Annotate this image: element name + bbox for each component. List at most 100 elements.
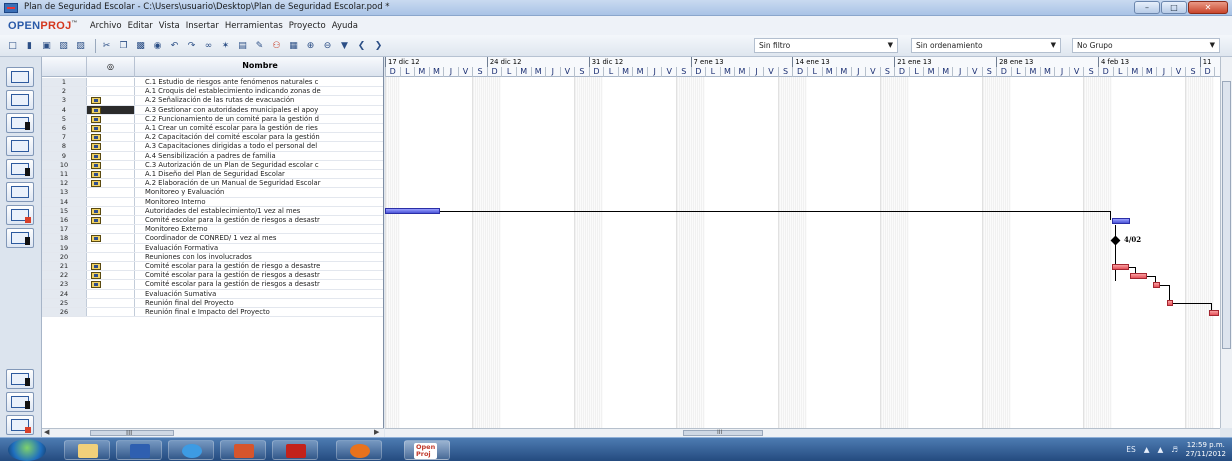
row-id[interactable]: 24 bbox=[42, 289, 87, 298]
table-row[interactable]: 24 Evaluación Sumativa bbox=[42, 289, 383, 299]
notes-icon[interactable]: ✎ bbox=[253, 39, 266, 52]
cut-icon[interactable]: ✂ bbox=[100, 39, 113, 52]
clock[interactable]: 12:59 p.m. 27/11/2012 bbox=[1186, 441, 1226, 459]
task-name-cell[interactable]: A.2 Señalización de las rutas de evacuac… bbox=[135, 96, 383, 104]
menu-archivo[interactable]: Archivo bbox=[90, 21, 122, 31]
task-name-cell[interactable]: A.4 Sensibilización a padres de familia bbox=[135, 152, 383, 160]
filter-icon[interactable]: ▼ bbox=[338, 39, 351, 52]
undo-icon[interactable]: ↶ bbox=[168, 39, 181, 52]
task-name-cell[interactable]: Comité escolar para la gestión de riesgo… bbox=[135, 216, 383, 224]
word-taskbar-button[interactable] bbox=[116, 440, 162, 460]
task-usage-view-button[interactable] bbox=[6, 205, 34, 225]
charts-button[interactable] bbox=[6, 392, 34, 412]
task-name-cell[interactable]: Evaluación Sumativa bbox=[135, 290, 383, 298]
tray-arrow-icon[interactable]: ▲ bbox=[1144, 445, 1150, 454]
scroll-right-icon[interactable]: ▶ bbox=[374, 428, 379, 436]
network-icon[interactable]: ▲ bbox=[1157, 445, 1163, 454]
scroll-left-icon[interactable]: ◀ bbox=[44, 428, 49, 436]
row-id[interactable]: 26 bbox=[42, 308, 87, 317]
row-id[interactable]: 12 bbox=[42, 179, 87, 188]
report-view-button[interactable] bbox=[6, 182, 34, 202]
task-name-cell[interactable]: A.2 Elaboración de un Manual de Segurida… bbox=[135, 179, 383, 187]
table-row[interactable]: 1 C.1 Estudio de riesgos ante fenómenos n… bbox=[42, 78, 383, 88]
task-name-cell[interactable]: A.1 Crear un comité escolar para la gest… bbox=[135, 124, 383, 132]
task-name-cell[interactable]: Monitoreo Externo bbox=[135, 225, 383, 233]
table-horizontal-scrollbar[interactable]: ◀ III ▶ bbox=[42, 428, 384, 437]
table-row[interactable]: 15 Autoridades del establecimiento/1 vez … bbox=[42, 206, 383, 216]
close-button[interactable]: ✕ bbox=[1188, 1, 1228, 14]
table-row[interactable]: 21 Comité escolar para la gestión de ries… bbox=[42, 262, 383, 272]
menu-editar[interactable]: Editar bbox=[128, 21, 153, 31]
resource-usage-view-button[interactable] bbox=[6, 228, 34, 248]
copy-icon[interactable]: ❐ bbox=[117, 39, 130, 52]
zoom-out-icon[interactable]: ⊖ bbox=[321, 39, 334, 52]
wbs-view-button[interactable] bbox=[6, 136, 34, 156]
ie-taskbar-button[interactable] bbox=[168, 440, 214, 460]
resources-icon[interactable]: ⚇ bbox=[270, 39, 283, 52]
row-id[interactable]: 19 bbox=[42, 243, 87, 252]
row-id[interactable]: 6 bbox=[42, 124, 87, 133]
print-preview-icon[interactable]: ▨ bbox=[74, 39, 87, 52]
table-row[interactable]: 16 Comité escolar para la gestión de ries… bbox=[42, 216, 383, 226]
task-name-cell[interactable]: Autoridades del establecimiento/1 vez al… bbox=[135, 207, 383, 215]
table-row[interactable]: 23 Comité escolar para la gestión de ries… bbox=[42, 280, 383, 290]
table-row[interactable]: 5 C.2 Funcionamiento de un comité para la… bbox=[42, 114, 383, 124]
resources-view-button[interactable] bbox=[6, 113, 34, 133]
task-usage-detail-button[interactable] bbox=[6, 415, 34, 435]
menu-herramientas[interactable]: Herramientas bbox=[225, 21, 283, 31]
header-name[interactable]: Nombre bbox=[136, 61, 383, 70]
calendar-icon[interactable]: ▦ bbox=[287, 39, 300, 52]
task-info-icon[interactable]: ▤ bbox=[236, 39, 249, 52]
vertical-scroll-thumb[interactable] bbox=[1222, 81, 1231, 349]
table-row[interactable]: 20 Reuniones con los involucrados bbox=[42, 252, 383, 262]
table-row[interactable]: 26 Reunión final e Impacto del Proyecto bbox=[42, 308, 383, 318]
table-row[interactable]: 2 A.1 Croquis del establecimiento indican… bbox=[42, 87, 383, 97]
table-row[interactable]: 25 Reunión final del Proyecto bbox=[42, 298, 383, 308]
task-name-cell[interactable]: Comité escolar para la gestión de riesgo… bbox=[135, 262, 383, 270]
row-id[interactable]: 3 bbox=[42, 96, 87, 105]
task-name-cell[interactable]: A.1 Croquis del establecimiento indicand… bbox=[135, 87, 383, 95]
row-id[interactable]: 25 bbox=[42, 298, 87, 307]
menu-ayuda[interactable]: Ayuda bbox=[332, 21, 358, 31]
task-name-cell[interactable]: Monitoreo Interno bbox=[135, 198, 383, 206]
table-row[interactable]: 4 A.3 Gestionar con autoridades municipal… bbox=[42, 105, 383, 115]
gantt-scroll-thumb[interactable] bbox=[683, 430, 763, 436]
task-name-cell[interactable]: Reunión final e Impacto del Proyecto bbox=[135, 308, 383, 316]
filter-dropdown[interactable]: Sin filtro ▼ bbox=[754, 38, 898, 53]
start-button[interactable] bbox=[8, 439, 46, 461]
row-id[interactable]: 23 bbox=[42, 280, 87, 289]
table-row[interactable]: 13 Monitoreo y Evaluación bbox=[42, 188, 383, 198]
task-name-cell[interactable]: A.1 Diseño del Plan de Seguridad Escolar bbox=[135, 170, 383, 178]
acrobat-taskbar-button[interactable] bbox=[272, 440, 318, 460]
task-name-cell[interactable]: C.2 Funcionamiento de un comité para la … bbox=[135, 115, 383, 123]
row-id[interactable]: 7 bbox=[42, 133, 87, 142]
network-view-button[interactable] bbox=[6, 90, 34, 110]
table-row[interactable]: 12 A.2 Elaboración de un Manual de Seguri… bbox=[42, 179, 383, 189]
task-name-cell[interactable]: A.3 Gestionar con autoridades municipale… bbox=[135, 106, 383, 114]
new-icon[interactable]: □ bbox=[6, 39, 19, 52]
sort-dropdown[interactable]: Sin ordenamiento ▼ bbox=[911, 38, 1061, 53]
scroll-right-icon[interactable]: ❯ bbox=[372, 39, 385, 52]
row-id[interactable]: 13 bbox=[42, 188, 87, 197]
table-row[interactable]: 22 Comité escolar para la gestión de ries… bbox=[42, 271, 383, 281]
explorer-taskbar-button[interactable] bbox=[64, 440, 110, 460]
redo-icon[interactable]: ↷ bbox=[185, 39, 198, 52]
row-id[interactable]: 15 bbox=[42, 206, 87, 215]
group-dropdown[interactable]: No Grupo ▼ bbox=[1072, 38, 1220, 53]
table-row[interactable]: 9 A.4 Sensibilización a padres de familia bbox=[42, 151, 383, 161]
row-id[interactable]: 2 bbox=[42, 87, 87, 96]
unlink-icon[interactable]: ✶ bbox=[219, 39, 232, 52]
table-row[interactable]: 3 A.2 Señalización de las rutas de evacua… bbox=[42, 96, 383, 106]
menu-insertar[interactable]: Insertar bbox=[186, 21, 219, 31]
table-row[interactable]: 17 Monitoreo Externo bbox=[42, 225, 383, 235]
language-indicator[interactable]: ES bbox=[1126, 445, 1136, 454]
gantt-view-button[interactable] bbox=[6, 67, 34, 87]
row-id[interactable]: 22 bbox=[42, 271, 87, 280]
find-icon[interactable]: ◉ bbox=[151, 39, 164, 52]
row-id[interactable]: 8 bbox=[42, 142, 87, 151]
vertical-scrollbar[interactable] bbox=[1220, 57, 1232, 428]
table-row[interactable]: 6 A.1 Crear un comité escolar para la ges… bbox=[42, 124, 383, 134]
table-row[interactable]: 14 Monitoreo Interno bbox=[42, 197, 383, 207]
link-icon[interactable]: ∞ bbox=[202, 39, 215, 52]
firefox-taskbar-button[interactable] bbox=[336, 440, 382, 460]
